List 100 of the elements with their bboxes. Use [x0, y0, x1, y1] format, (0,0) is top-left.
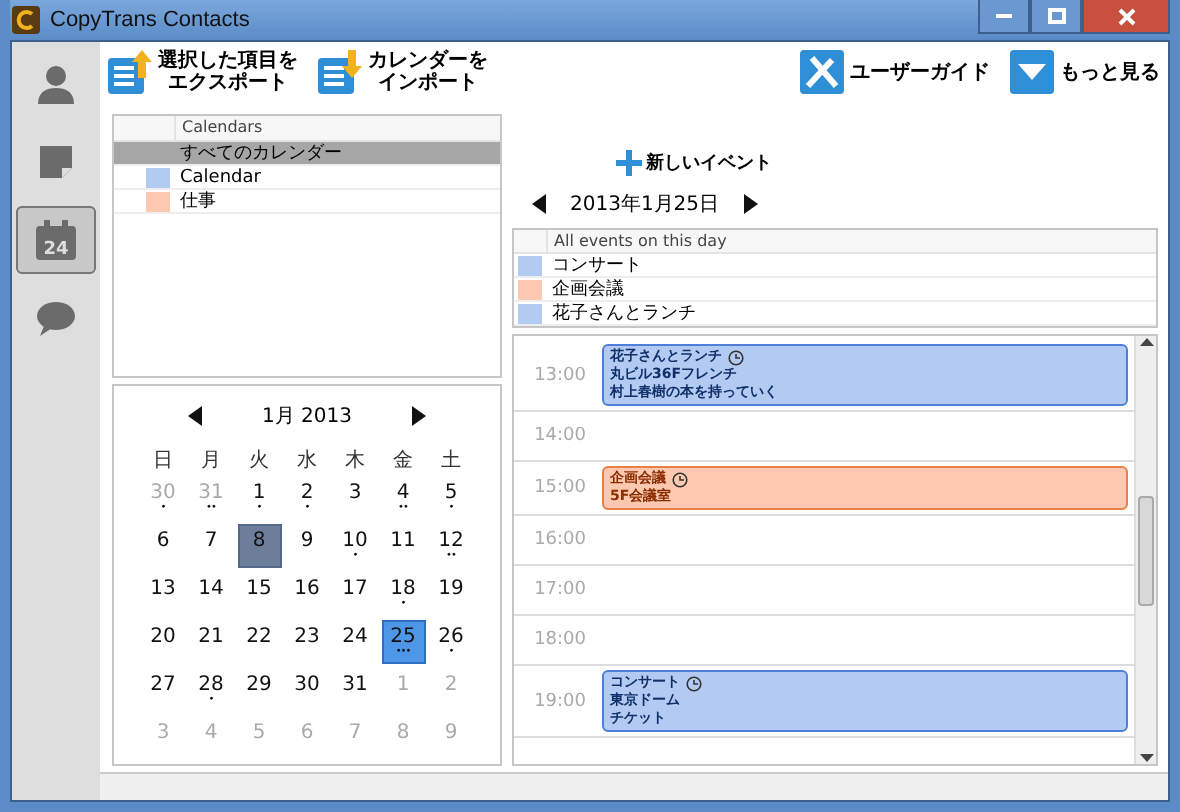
person-icon [36, 64, 76, 104]
calendar-day[interactable]: 27 [141, 668, 185, 712]
dropdown-icon [1010, 50, 1054, 94]
event-row[interactable]: 企画会議 [514, 278, 1156, 302]
clock-icon [672, 471, 688, 487]
clock-icon [686, 675, 702, 691]
scrollbar[interactable] [1134, 336, 1156, 764]
scroll-up-icon[interactable] [1139, 336, 1153, 346]
next-day-icon[interactable] [743, 194, 758, 214]
calendar-day[interactable]: 23 [285, 620, 329, 664]
export-arrow-icon [108, 50, 152, 94]
column-header: Calendars [174, 116, 500, 140]
calendar-day[interactable]: 22 [237, 620, 281, 664]
minimize-button[interactable] [978, 0, 1030, 34]
hour-label: 19:00 [532, 691, 588, 711]
hour-label: 13:00 [532, 365, 588, 385]
day-number: 10 [342, 530, 368, 552]
day-number: 30 [150, 482, 176, 504]
minimize-icon [996, 14, 1012, 18]
day-number: 6 [156, 530, 170, 552]
calendar-day[interactable]: 6 [141, 524, 185, 568]
close-button[interactable] [1082, 0, 1170, 34]
weekday-label: 木 [343, 447, 367, 476]
event-row[interactable]: コンサート [514, 254, 1156, 278]
day-number: 23 [294, 626, 320, 648]
sidebar-item[interactable]: 24 [16, 206, 96, 274]
day-number: 1 [396, 674, 410, 696]
day-number: 8 [396, 722, 410, 744]
calendar-day[interactable]: 31 [333, 668, 377, 712]
day-number: 28 [198, 674, 224, 696]
day-number: 8 [252, 530, 266, 552]
calendar-day[interactable]: 24 [333, 620, 377, 664]
calendar-day[interactable]: 17 [333, 572, 377, 616]
previous-month-icon[interactable] [188, 406, 202, 426]
calendar-day[interactable]: 19 [429, 572, 473, 616]
day-number: 27 [150, 674, 176, 696]
calendar-day[interactable]: 7 [189, 524, 233, 568]
calendar-row[interactable]: 仕事 [114, 190, 500, 214]
calendar-day[interactable]: 20 [141, 620, 185, 664]
more-button[interactable]: もっと見る [1010, 50, 1160, 94]
import-arrow-icon [318, 50, 362, 94]
plus-icon [616, 149, 642, 175]
calendar-day[interactable]: 9 [285, 524, 329, 568]
scroll-down-icon[interactable] [1139, 754, 1153, 764]
day-number: 1 [252, 482, 266, 504]
calendar-day[interactable]: 15 [237, 572, 281, 616]
day-number: 3 [156, 722, 170, 744]
new-event-button[interactable]: 新しいイベント [616, 144, 1158, 180]
calendar-day[interactable]: 13 [141, 572, 185, 616]
day-number: 7 [204, 530, 218, 552]
day-number: 18 [390, 578, 416, 600]
calendar-row[interactable]: すべてのカレンダー [114, 142, 500, 166]
weekday-label: 火 [247, 447, 271, 476]
day-number: 2 [300, 482, 314, 504]
current-date: 2013年1月25日 [570, 192, 720, 218]
clock-icon [728, 349, 744, 365]
day-number: 9 [444, 722, 458, 744]
note-icon [38, 144, 74, 180]
day-number: 31 [342, 674, 368, 696]
day-number: 3 [348, 482, 362, 504]
day-number: 2 [444, 674, 458, 696]
previous-day-icon[interactable] [532, 194, 546, 214]
day-number: 5 [252, 722, 266, 744]
calendar-day[interactable]: 3 [333, 476, 377, 520]
day-number: 19 [438, 578, 464, 600]
calendar-row[interactable]: Calendar [114, 166, 500, 190]
event-name: 企画会議 [550, 278, 626, 302]
next-month-icon[interactable] [412, 406, 426, 426]
calendar-day[interactable]: 11 [381, 524, 425, 568]
calendar-name: 仕事 [178, 190, 218, 214]
event-name: コンサート [550, 254, 644, 278]
calendar-day[interactable]: 14 [189, 572, 233, 616]
close-icon [1117, 7, 1135, 25]
hour-label: 16:00 [532, 530, 588, 550]
day-number: 24 [342, 626, 368, 648]
weekday-label: 土 [439, 447, 463, 476]
hour-label: 14:00 [532, 426, 588, 446]
scroll-thumb[interactable] [1138, 495, 1154, 605]
import-button[interactable]: カレンダーを インポート [318, 50, 488, 94]
month-title: 1月 2013 [262, 404, 352, 430]
calendar-day[interactable]: 21 [189, 620, 233, 664]
day-number: 22 [246, 626, 272, 648]
weekday-label: 水 [295, 447, 319, 476]
day-number: 31 [198, 482, 224, 504]
day-number: 25 [390, 626, 416, 648]
calendar-day[interactable]: 16 [285, 572, 329, 616]
day-number: 20 [150, 626, 176, 648]
day-number: 5 [444, 482, 458, 504]
day-number: 9 [300, 530, 314, 552]
event-name: 花子さんとランチ [550, 302, 698, 326]
hour-label: 15:00 [532, 478, 588, 498]
user-guide-button[interactable]: ユーザーガイド [800, 50, 990, 94]
calendar-day[interactable]: 29 [237, 668, 281, 712]
maximize-button[interactable] [1030, 0, 1082, 34]
export-button[interactable]: 選択した項目を エクスポート [108, 50, 298, 94]
event-row[interactable]: 花子さんとランチ [514, 302, 1156, 326]
calendar-day[interactable]: 30 [285, 668, 329, 712]
column-header: All events on this day [546, 230, 1156, 254]
calendar-day[interactable]: 8 [237, 524, 281, 568]
weekday-label: 日 [151, 448, 175, 476]
